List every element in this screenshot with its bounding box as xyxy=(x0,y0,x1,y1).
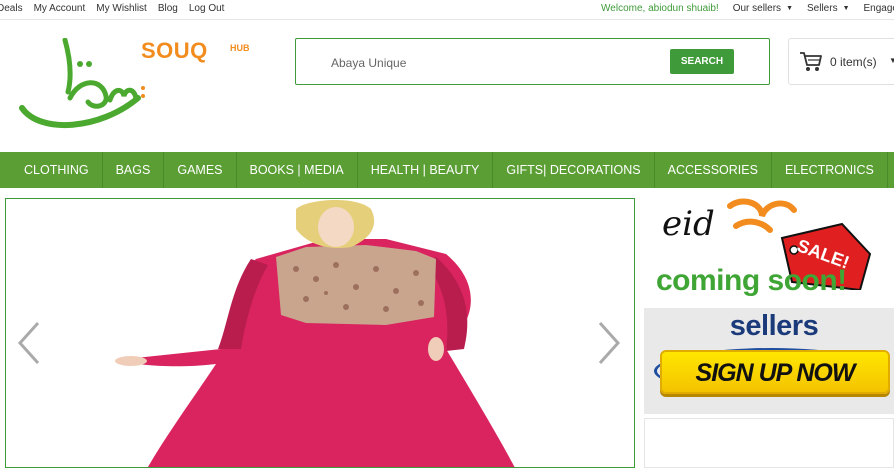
top-right-menus: Welcome, abiodun shuaib! Our sellers ▼ Se… xyxy=(601,3,894,14)
caret-down-icon: ▼ xyxy=(786,5,793,12)
my-account-link[interactable]: My Account xyxy=(34,3,86,14)
nav-item-clothing[interactable]: CLOTHING xyxy=(0,152,103,188)
nav-item-gifts-decorations[interactable]: GIFTS| DECORATIONS xyxy=(493,152,655,188)
hero-slider[interactable] xyxy=(5,198,635,468)
side-banner-placeholder xyxy=(644,418,894,468)
our-sellers-menu[interactable]: Our sellers ▼ xyxy=(733,3,793,14)
sign-up-now-label: SIGN UP NOW xyxy=(695,359,856,387)
top-bar: Deals My Account My Wishlist Blog Log Ou… xyxy=(0,0,894,20)
abaya-model-image xyxy=(115,199,515,467)
our-sellers-label: Our sellers xyxy=(732,3,782,14)
sign-up-now-button[interactable]: SIGN UP NOW xyxy=(660,350,890,394)
nav-item-bags[interactable]: BAGS xyxy=(103,152,165,188)
slider-next-arrow-icon[interactable] xyxy=(596,321,622,365)
blog-link[interactable]: Blog xyxy=(158,3,178,14)
souq-arabic-logo-icon xyxy=(19,38,145,129)
search-input[interactable] xyxy=(331,54,661,72)
sellers-label: Sellers xyxy=(807,3,838,14)
logout-link[interactable]: Log Out xyxy=(189,3,225,14)
search-bar: SEARCH xyxy=(295,38,770,85)
coming-soon-text: coming soon! xyxy=(656,264,847,297)
caret-down-icon: ▼ xyxy=(842,5,850,12)
engage-menu[interactable]: Engage xyxy=(864,3,894,14)
sellers-menu[interactable]: Sellers ▼ xyxy=(807,3,850,14)
top-links: Deals My Account My Wishlist Blog Log Ou… xyxy=(0,3,224,14)
caret-down-icon: ▼ xyxy=(889,56,894,65)
nav-item-games[interactable]: GAMES xyxy=(164,152,237,188)
search-button[interactable]: SEARCH xyxy=(670,49,734,74)
welcome-message: Welcome, abiodun shuaib! xyxy=(601,3,719,14)
slider-prev-arrow-icon[interactable] xyxy=(16,321,42,365)
category-nav: CLOTHING BAGS GAMES BOOKS | MEDIA HEALTH… xyxy=(0,152,894,188)
sellers-title: sellers xyxy=(729,310,819,342)
cart-dropdown[interactable]: 0 item(s) ▼ xyxy=(788,38,894,85)
nav-item-books-media[interactable]: BOOKS | MEDIA xyxy=(237,152,358,188)
sellers-signup-banner[interactable]: sellers SIGN UP NOW xyxy=(644,308,894,414)
cart-item-count: 0 item(s) xyxy=(830,55,877,69)
nav-item-electronics[interactable]: ELECTRONICS xyxy=(772,152,888,188)
logo-hub-text: HUB xyxy=(230,43,250,53)
eid-sale-banner[interactable]: eid SALE! coming soon! xyxy=(644,196,894,302)
nav-item-accessories[interactable]: ACCESSORIES xyxy=(655,152,772,188)
logo-brand-text: SOUQ xyxy=(141,38,208,63)
nav-item-health-beauty[interactable]: HEALTH | BEAUTY xyxy=(358,152,494,188)
engage-label: Engage xyxy=(863,3,894,14)
my-wishlist-link[interactable]: My Wishlist xyxy=(96,3,147,14)
shopping-cart-icon xyxy=(800,52,822,71)
deals-link[interactable]: Deals xyxy=(0,3,23,14)
